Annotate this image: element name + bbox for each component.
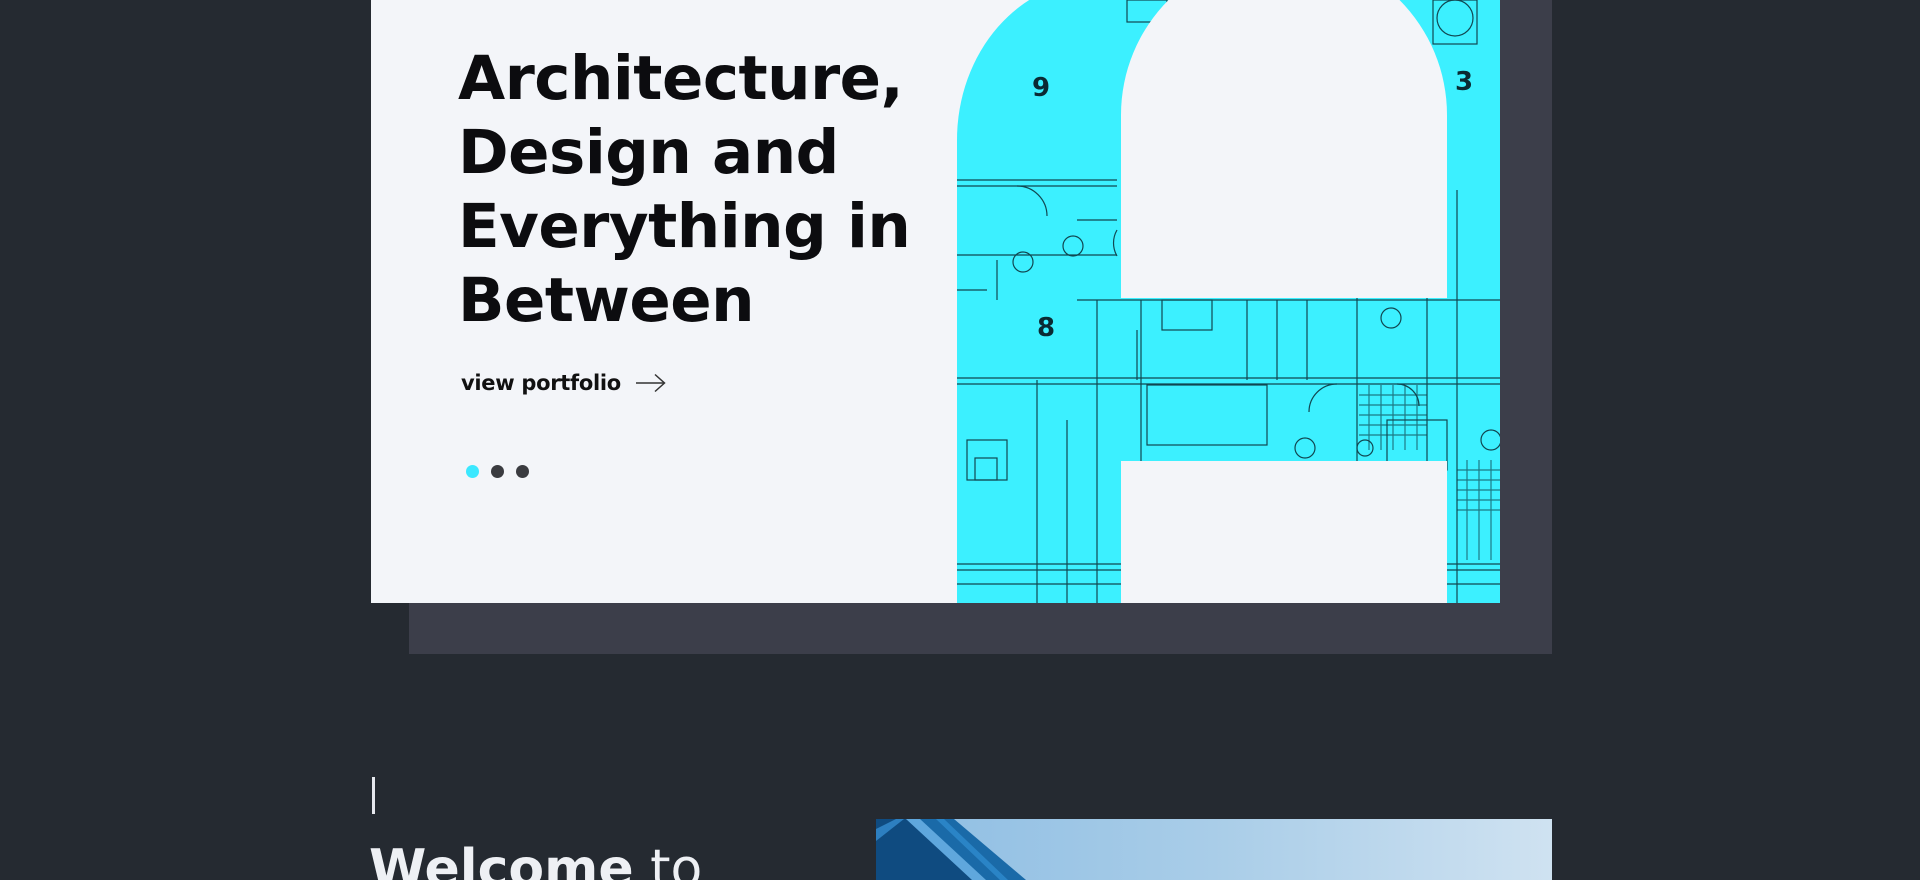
welcome-building-image	[876, 819, 1552, 880]
arrow-right-icon	[635, 373, 666, 393]
hero-title-line-2: Design and	[458, 117, 839, 188]
slider-dots	[466, 465, 529, 478]
welcome-heading-strong: Welcome	[369, 839, 634, 880]
view-portfolio-link[interactable]: view portfolio	[461, 371, 667, 395]
view-portfolio-label: view portfolio	[461, 371, 621, 395]
page: Architecture, Design and Everything in B…	[0, 0, 1920, 880]
slider-dot-2[interactable]	[491, 465, 504, 478]
slider-dot-3[interactable]	[516, 465, 529, 478]
blueprint-room-number: 3	[1455, 67, 1473, 97]
hero-title-line-3: Everything in	[458, 191, 911, 262]
hero-title-line-1: Architecture,	[458, 43, 904, 114]
hero-slider: Architecture, Design and Everything in B…	[371, 0, 1500, 603]
welcome-heading: Welcome to	[369, 837, 702, 880]
hero-title-line-4: Between	[458, 265, 755, 336]
hero-title: Architecture, Design and Everything in B…	[458, 42, 978, 338]
welcome-heading-light: to	[633, 839, 703, 880]
hero-blueprint-image: 9 3 8	[957, 0, 1500, 603]
blueprint-room-number: 8	[1037, 313, 1055, 343]
slider-dot-1[interactable]	[466, 465, 479, 478]
section-accent-bar	[372, 777, 375, 814]
blueprint-room-number: 9	[1032, 73, 1050, 103]
